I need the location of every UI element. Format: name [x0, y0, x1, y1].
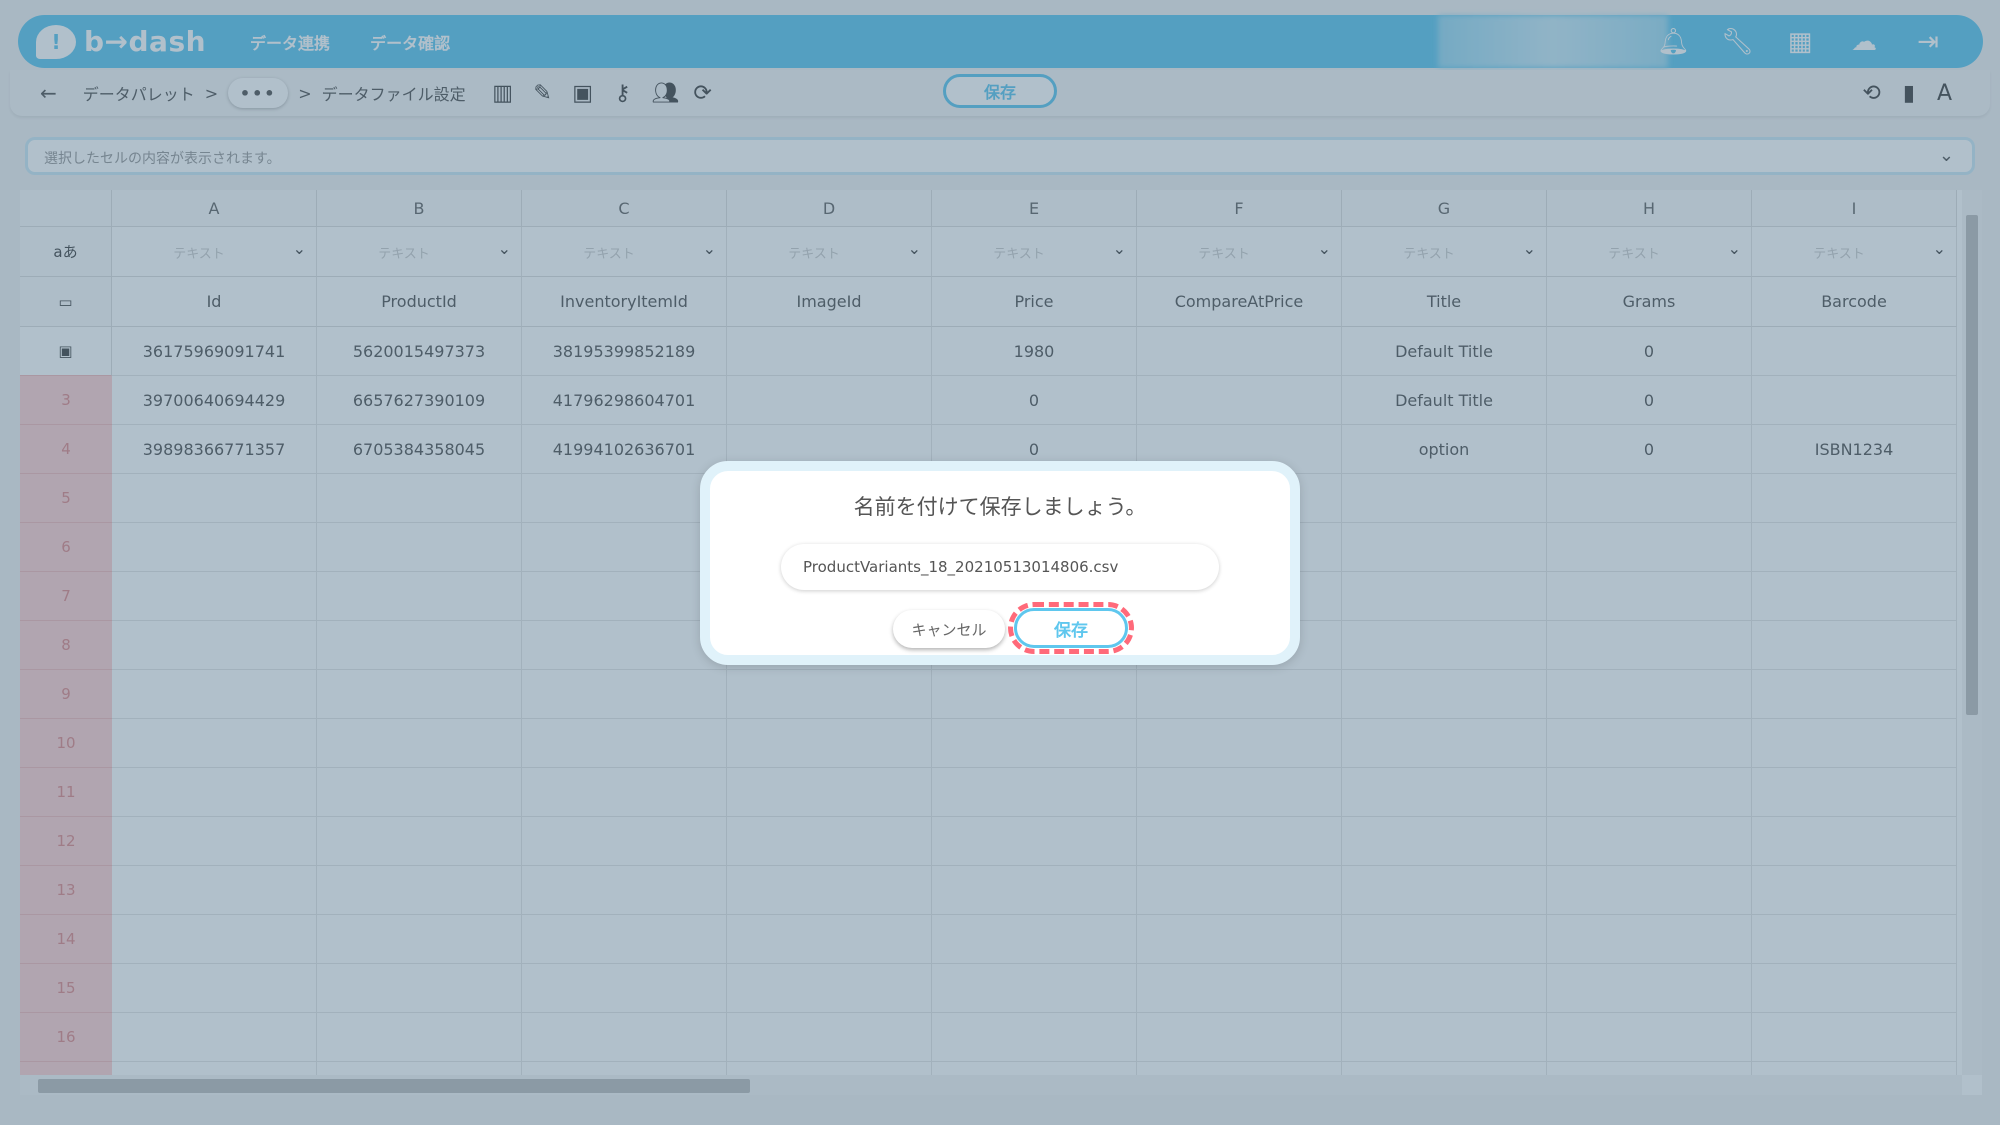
- save-as-dialog: 名前を付けて保存しましょう。 キャンセル 保存: [700, 461, 1300, 665]
- save-button[interactable]: 保存: [1014, 608, 1128, 648]
- filename-input[interactable]: [781, 544, 1219, 590]
- cancel-button[interactable]: キャンセル: [893, 610, 1005, 648]
- dialog-title: 名前を付けて保存しましょう。: [853, 495, 1147, 519]
